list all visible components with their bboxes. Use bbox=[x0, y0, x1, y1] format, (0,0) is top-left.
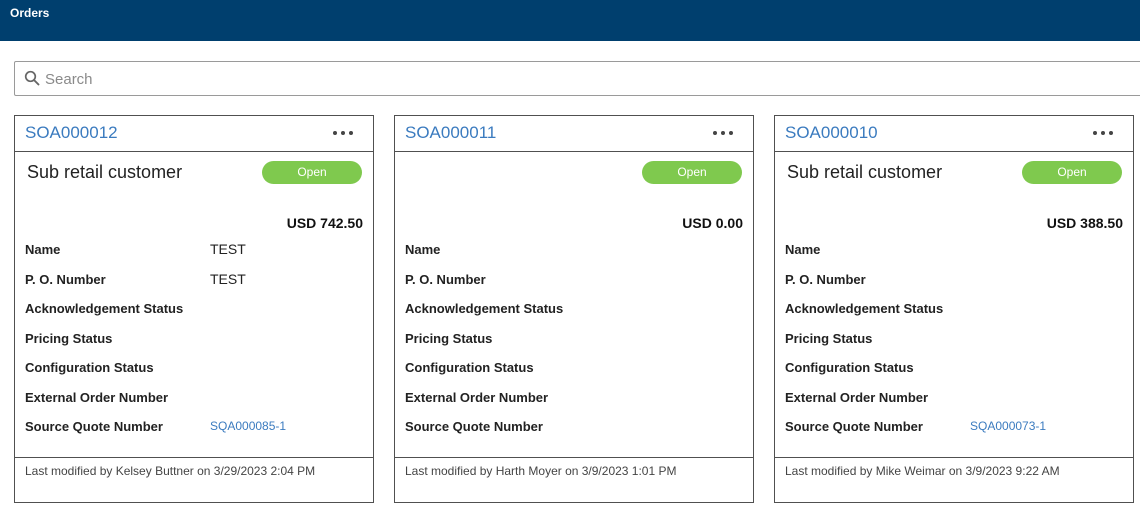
po-number-label: P. O. Number bbox=[405, 272, 486, 287]
more-options-icon[interactable] bbox=[713, 126, 733, 140]
name-label: Name bbox=[25, 242, 61, 257]
source-quote-label: Source Quote Number bbox=[405, 419, 543, 434]
page-title: Orders bbox=[10, 6, 50, 20]
card-footer: Last modified by Mike Weimar on 3/9/2023… bbox=[775, 457, 1133, 503]
search-input[interactable] bbox=[45, 68, 945, 90]
status-badge: Open bbox=[1022, 161, 1122, 184]
last-modified: Last modified by Mike Weimar on 3/9/2023… bbox=[785, 464, 1060, 478]
name-value: TEST bbox=[210, 241, 246, 257]
config-status-label: Configuration Status bbox=[25, 360, 154, 375]
search-icon bbox=[24, 70, 40, 86]
external-order-label: External Order Number bbox=[785, 390, 929, 405]
order-amount: USD 0.00 bbox=[682, 215, 743, 231]
status-badge: Open bbox=[642, 161, 742, 184]
order-id-link[interactable]: SOA000010 bbox=[785, 123, 878, 143]
card-footer: Last modified by Harth Moyer on 3/9/2023… bbox=[395, 457, 753, 503]
order-id-link[interactable]: SOA000012 bbox=[25, 123, 118, 143]
order-amount: USD 388.50 bbox=[1046, 215, 1123, 231]
order-id-link[interactable]: SOA000011 bbox=[405, 123, 496, 143]
card-header: SOA000011 bbox=[395, 116, 753, 152]
app-header: Orders bbox=[0, 0, 1140, 41]
name-label: Name bbox=[785, 242, 821, 257]
customer-name: Sub retail customer bbox=[27, 162, 183, 182]
pricing-status-label: Pricing Status bbox=[405, 331, 493, 346]
card-footer: Last modified by Kelsey Buttner on 3/29/… bbox=[15, 457, 373, 503]
ack-status-label: Acknowledgement Status bbox=[25, 301, 184, 316]
source-quote-link[interactable]: SQA000073-1 bbox=[970, 419, 1046, 433]
order-card[interactable]: SOA000010 Sub retail customer Open USD 3… bbox=[774, 115, 1134, 503]
source-quote-label: Source Quote Number bbox=[25, 419, 163, 434]
po-number-label: P. O. Number bbox=[785, 272, 866, 287]
order-amount: USD 742.50 bbox=[286, 215, 363, 231]
po-number-label: P. O. Number bbox=[25, 272, 106, 287]
last-modified: Last modified by Kelsey Buttner on 3/29/… bbox=[25, 464, 316, 478]
order-card[interactable]: SOA000012 Sub retail customer Open USD 7… bbox=[14, 115, 374, 503]
last-modified: Last modified by Harth Moyer on 3/9/2023… bbox=[405, 464, 677, 478]
config-status-label: Configuration Status bbox=[405, 360, 534, 375]
status-badge: Open bbox=[262, 161, 362, 184]
search-bar[interactable] bbox=[14, 61, 1140, 96]
order-card[interactable]: SOA000011 Open USD 0.00 Name P. O. Numbe… bbox=[394, 115, 754, 503]
customer-name: Sub retail customer bbox=[787, 162, 943, 182]
source-quote-link[interactable]: SQA000085-1 bbox=[210, 419, 286, 433]
external-order-label: External Order Number bbox=[405, 390, 549, 405]
name-label: Name bbox=[405, 242, 441, 257]
card-header: SOA000010 bbox=[775, 116, 1133, 152]
card-header: SOA000012 bbox=[15, 116, 373, 152]
more-options-icon[interactable] bbox=[1093, 126, 1113, 140]
external-order-label: External Order Number bbox=[25, 390, 169, 405]
ack-status-label: Acknowledgement Status bbox=[405, 301, 564, 316]
config-status-label: Configuration Status bbox=[785, 360, 914, 375]
po-number-value: TEST bbox=[210, 271, 246, 287]
pricing-status-label: Pricing Status bbox=[785, 331, 873, 346]
source-quote-label: Source Quote Number bbox=[785, 419, 923, 434]
ack-status-label: Acknowledgement Status bbox=[785, 301, 944, 316]
more-options-icon[interactable] bbox=[333, 126, 353, 140]
pricing-status-label: Pricing Status bbox=[25, 331, 113, 346]
